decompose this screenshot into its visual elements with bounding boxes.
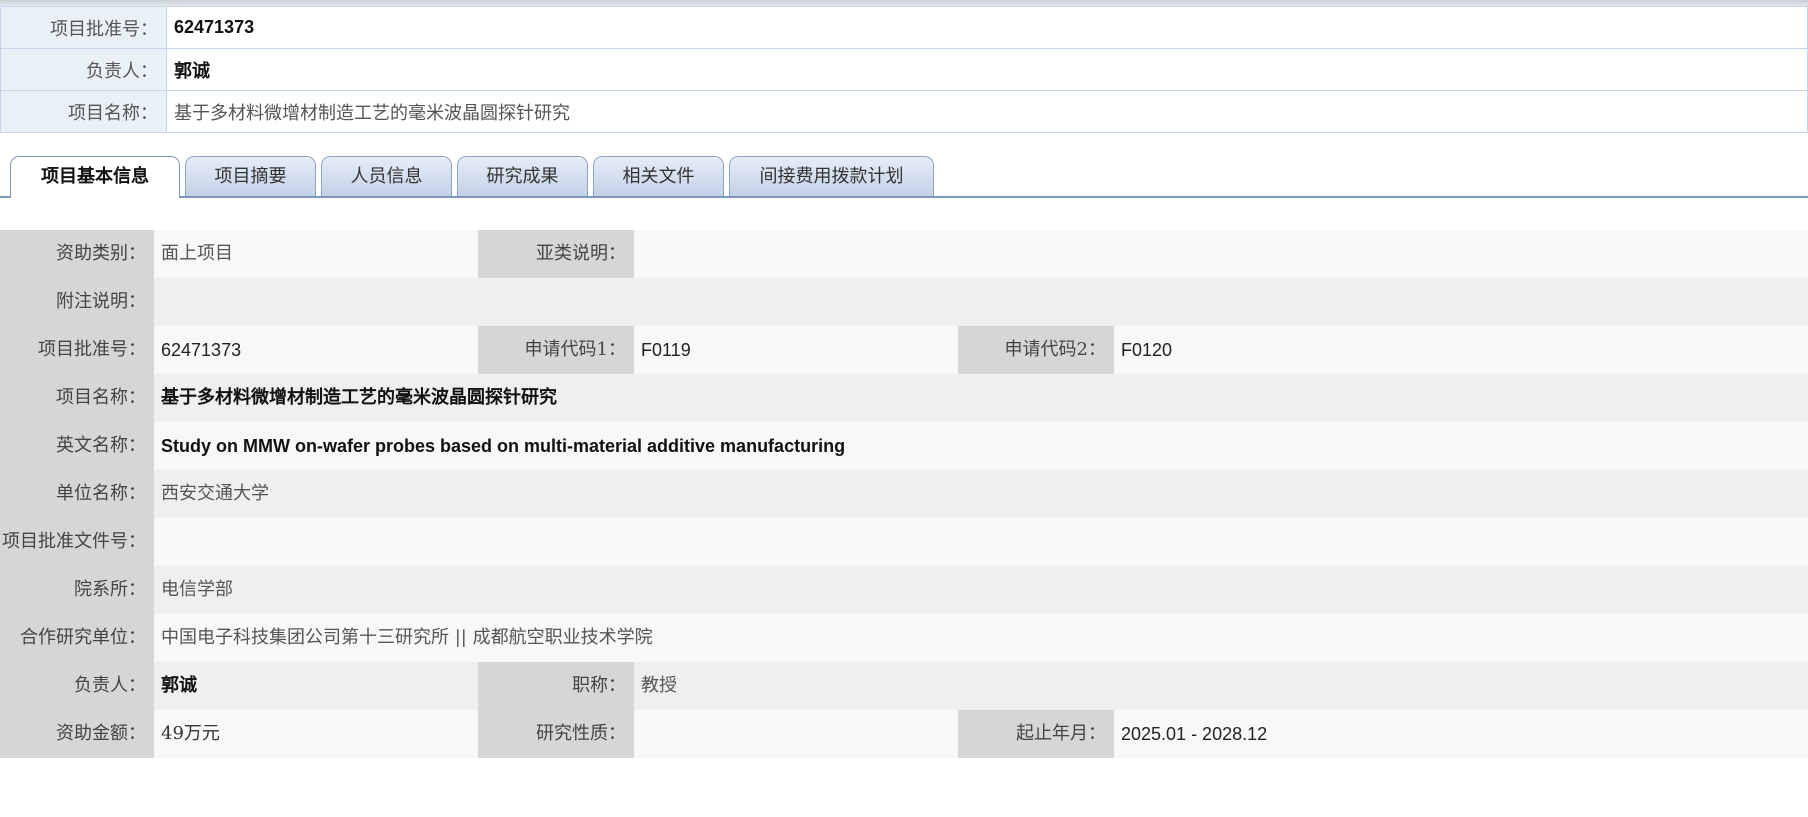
project-name-label: 项目名称：	[0, 374, 154, 422]
leader-label: 负责人：	[0, 662, 154, 710]
title-value: 教授	[641, 675, 677, 696]
english-name-label: 英文名称：	[0, 422, 154, 470]
detail-row-approval-doc: 项目批准文件号：	[0, 518, 1808, 566]
approval-doc-value	[154, 518, 1808, 566]
partners-value: 中国电子科技集团公司第十三研究所 || 成都航空职业技术学院	[161, 627, 653, 648]
code2-value: F0120	[1121, 340, 1173, 360]
detail-row-institution: 单位名称： 西安交通大学	[0, 470, 1808, 518]
tab-research-results[interactable]: 研究成果	[457, 156, 588, 196]
tab-indirect-cost-plan[interactable]: 间接费用拨款计划	[729, 156, 934, 196]
detail-row-funding-type: 资助类别： 面上项目 亚类说明：	[0, 230, 1808, 278]
approval-no-value: 62471373	[161, 340, 242, 360]
header-approval-no-label: 项目批准号：	[0, 6, 167, 49]
title-label: 职称：	[478, 662, 634, 710]
project-header-table: 项目批准号： 62471373 负责人： 郭诚 项目名称： 基于多材料微增材制造…	[0, 6, 1808, 133]
nature-label: 研究性质：	[478, 710, 634, 758]
header-leader-label: 负责人：	[0, 48, 167, 91]
partners-label: 合作研究单位：	[0, 614, 154, 662]
detail-row-leader: 负责人： 郭诚 职称： 教授	[0, 662, 1808, 710]
institution-value: 西安交通大学	[161, 483, 269, 504]
subtype-value	[634, 230, 1808, 278]
detail-row-codes: 项目批准号： 62471373 申请代码1： F0119 申请代码2： F012…	[0, 326, 1808, 374]
tab-bar: 项目基本信息 项目摘要 人员信息 研究成果 相关文件 间接费用拨款计划	[0, 156, 1808, 198]
tab-personnel[interactable]: 人员信息	[321, 156, 452, 196]
tab-related-files[interactable]: 相关文件	[593, 156, 724, 196]
period-label: 起止年月：	[958, 710, 1114, 758]
institution-label: 单位名称：	[0, 470, 154, 518]
tab-basic-info[interactable]: 项目基本信息	[10, 156, 180, 198]
tab-abstract[interactable]: 项目摘要	[185, 156, 316, 196]
note-label: 附注说明：	[0, 278, 154, 326]
note-value	[154, 278, 1808, 326]
detail-row-note: 附注说明：	[0, 278, 1808, 326]
department-label: 院系所：	[0, 566, 154, 614]
project-detail-grid: 资助类别： 面上项目 亚类说明： 附注说明： 项目批准号： 62471373 申…	[0, 230, 1808, 758]
funding-type-value: 面上项目	[161, 243, 233, 264]
detail-row-project-name: 项目名称： 基于多材料微增材制造工艺的毫米波晶圆探针研究	[0, 374, 1808, 422]
header-project-name-value: 基于多材料微增材制造工艺的毫米波晶圆探针研究	[174, 102, 570, 124]
header-row-project-name: 项目名称： 基于多材料微增材制造工艺的毫米波晶圆探针研究	[0, 90, 1808, 133]
code2-label: 申请代码2：	[958, 326, 1114, 374]
nature-value	[634, 710, 958, 758]
header-approval-no-value: 62471373	[174, 17, 255, 37]
department-value: 电信学部	[161, 579, 233, 600]
code1-value: F0119	[641, 340, 691, 360]
approval-doc-label: 项目批准文件号：	[0, 518, 154, 566]
detail-row-department: 院系所： 电信学部	[0, 566, 1808, 614]
amount-value: 49万元	[161, 723, 220, 744]
leader-value: 郭诚	[161, 675, 197, 696]
funding-type-label: 资助类别：	[0, 230, 154, 278]
amount-label: 资助金额：	[0, 710, 154, 758]
header-project-name-label: 项目名称：	[0, 90, 167, 133]
subtype-label: 亚类说明：	[478, 230, 634, 278]
detail-row-partners: 合作研究单位： 中国电子科技集团公司第十三研究所 || 成都航空职业技术学院	[0, 614, 1808, 662]
english-name-value: Study on MMW on-wafer probes based on mu…	[161, 436, 846, 456]
project-name-value: 基于多材料微增材制造工艺的毫米波晶圆探针研究	[161, 387, 557, 408]
detail-row-english-name: 英文名称： Study on MMW on-wafer probes based…	[0, 422, 1808, 470]
approval-no-label: 项目批准号：	[0, 326, 154, 374]
code1-label: 申请代码1：	[478, 326, 634, 374]
header-row-leader: 负责人： 郭诚	[0, 48, 1808, 91]
header-row-approval-no: 项目批准号： 62471373	[0, 6, 1808, 49]
period-value: 2025.01 - 2028.12	[1121, 724, 1268, 744]
detail-row-amount: 资助金额： 49万元 研究性质： 起止年月： 2025.01 - 2028.12	[0, 710, 1808, 758]
header-leader-value: 郭诚	[174, 60, 210, 82]
